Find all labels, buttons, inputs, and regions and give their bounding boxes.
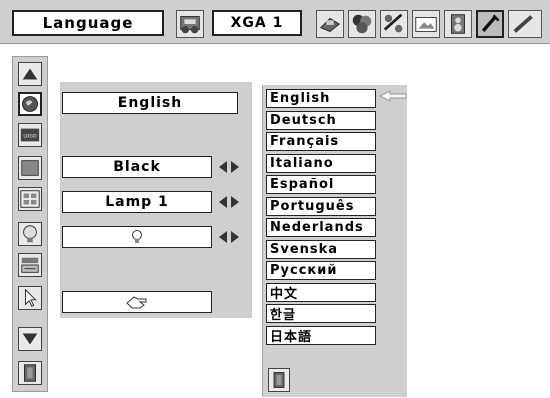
- language-option[interactable]: Français: [266, 132, 376, 151]
- language-option[interactable]: 中文: [266, 282, 376, 302]
- language-field[interactable]: English: [62, 92, 238, 114]
- image-select-icon[interactable]: [348, 10, 376, 38]
- logo-icon[interactable]: LOGO: [18, 123, 42, 147]
- screen-icon[interactable]: [380, 10, 408, 38]
- image-adjust-icon[interactable]: [412, 10, 440, 38]
- display-icon[interactable]: [18, 187, 42, 211]
- language-option[interactable]: English: [266, 89, 376, 108]
- language-globe-icon[interactable]: [18, 92, 42, 116]
- menu-title: Language: [12, 10, 164, 36]
- language-option[interactable]: Español: [266, 175, 376, 194]
- sound-icon[interactable]: [444, 10, 472, 38]
- language-option[interactable]: Svenska: [266, 239, 376, 259]
- exit-icon[interactable]: [18, 361, 42, 385]
- left-right-arrow-icon[interactable]: [217, 229, 241, 245]
- setting-icon[interactable]: [476, 10, 504, 38]
- hand-pointer-icon: [126, 296, 147, 309]
- lamp-icon[interactable]: [18, 222, 42, 246]
- up-arrow-icon[interactable]: [18, 62, 42, 86]
- left-right-arrow-icon[interactable]: [217, 159, 241, 175]
- left-right-arrow-icon[interactable]: [217, 194, 241, 210]
- language-option[interactable]: Русский: [266, 261, 376, 280]
- lamp-mode-field[interactable]: [62, 226, 212, 248]
- language-option[interactable]: Italiano: [266, 153, 376, 173]
- pointer-icon[interactable]: [18, 286, 42, 310]
- toolbar-more[interactable]: [508, 10, 542, 38]
- background-icon[interactable]: [18, 156, 42, 180]
- selection-pointer-icon: [378, 89, 408, 103]
- power-management-icon[interactable]: [18, 253, 42, 277]
- down-arrow-icon[interactable]: [18, 327, 42, 351]
- light-bulb-icon: [132, 230, 142, 243]
- input-mode-label: XGA 1: [212, 10, 302, 36]
- language-option[interactable]: 日本語: [266, 325, 376, 345]
- background-color-field[interactable]: Black: [62, 156, 212, 178]
- pointer-field[interactable]: [62, 291, 212, 313]
- exit-icon[interactable]: [268, 368, 290, 392]
- svg-text:LOGO: LOGO: [23, 133, 37, 139]
- lamp-select-field[interactable]: Lamp 1: [62, 191, 212, 213]
- input-icon[interactable]: [176, 10, 204, 38]
- language-option[interactable]: Deutsch: [266, 110, 376, 130]
- language-option[interactable]: Português: [266, 196, 376, 216]
- language-option[interactable]: Nederlands: [266, 218, 376, 237]
- pc-adjust-icon[interactable]: [316, 10, 344, 38]
- language-option[interactable]: 한글: [266, 304, 376, 323]
